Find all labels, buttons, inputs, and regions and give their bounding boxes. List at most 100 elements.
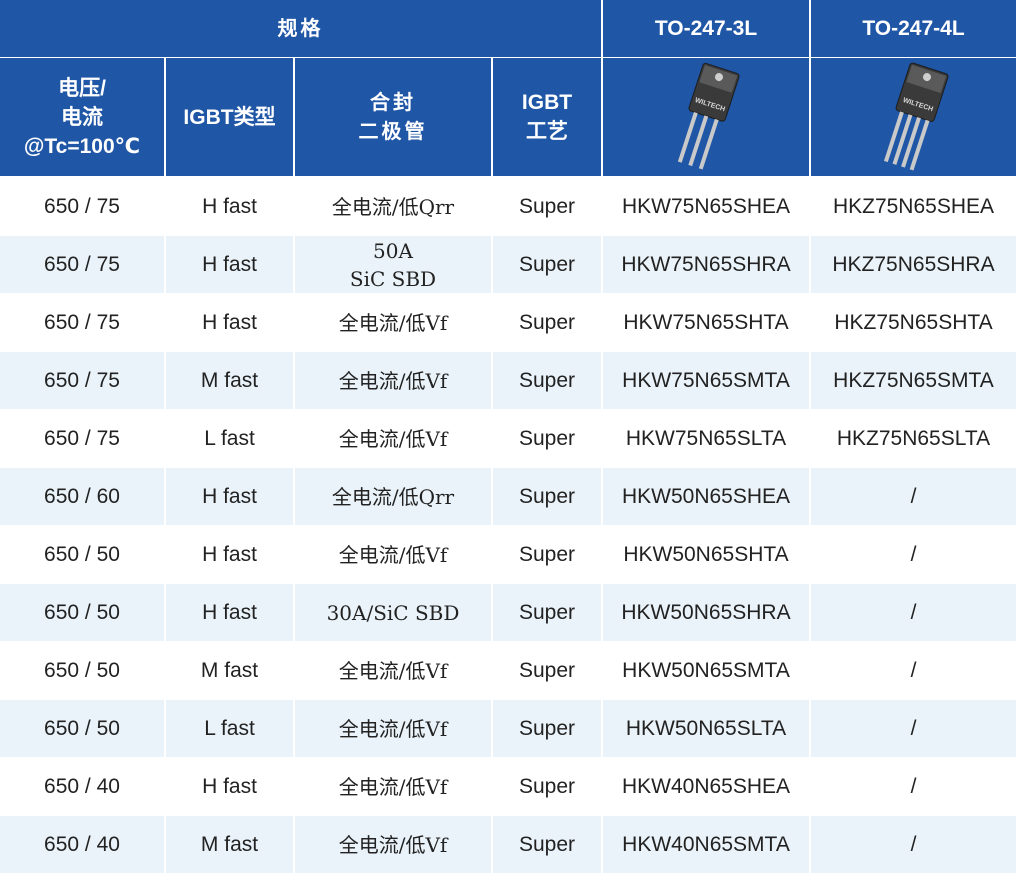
cell-process: Super: [493, 584, 601, 641]
cell-voltage-current: 650 / 75: [0, 410, 164, 467]
cell-part-3l: HKW75N65SHTA: [603, 294, 809, 351]
cell-voltage-current: 650 / 60: [0, 468, 164, 525]
header-spec: 规格: [0, 0, 601, 57]
cell-igbt-type: M fast: [166, 352, 293, 409]
cell-diode: 全电流/低Vf: [295, 352, 491, 409]
header-voltage-current: 电压/ 电流 @Tc=100℃: [0, 58, 164, 176]
cell-process: Super: [493, 236, 601, 293]
cell-voltage-current: 650 / 50: [0, 700, 164, 757]
cell-process: Super: [493, 758, 601, 815]
cell-diode: 30A/SiC SBD: [295, 584, 491, 641]
cell-part-4l: /: [811, 468, 1016, 525]
table-row: 650 / 60 H fast 全电流/低Qrr Super HKW50N65SHEA /: [0, 468, 1016, 525]
cell-diode: 全电流/低Vf: [295, 526, 491, 583]
cell-voltage-current: 650 / 50: [0, 642, 164, 699]
cell-part-4l: HKZ75N65SMTA: [811, 352, 1016, 409]
table-row: 650 / 40 M fast 全电流/低Vf Super HKW40N65SMTA /: [0, 816, 1016, 873]
header-diode-label: 合封 二极管: [358, 90, 428, 143]
cell-igbt-type: M fast: [166, 816, 293, 873]
cell-part-4l: HKZ75N65SHRA: [811, 236, 1016, 293]
cell-voltage-current: 650 / 40: [0, 758, 164, 815]
cell-process: Super: [493, 178, 601, 235]
table-row: 650 / 75 L fast 全电流/低Vf Super HKW75N65SLTA HK…: [0, 410, 1016, 467]
header-pkg-3l-label: TO-247-3L: [654, 17, 758, 40]
header-spec-label: 规格: [277, 16, 324, 40]
cell-voltage-current: 650 / 50: [0, 584, 164, 641]
table-row: 650 / 50 M fast 全电流/低Vf Super HKW50N65SMTA /: [0, 642, 1016, 699]
igbt-spec-table: 规格 TO-247-3L TO-247-4L 电压/ 电流 @Tc=100℃ I…: [0, 0, 1016, 874]
cell-part-3l: HKW40N65SMTA: [603, 816, 809, 873]
header-pkg-3l: TO-247-3L: [603, 0, 809, 57]
header-row-top: 规格 TO-247-3L TO-247-4L: [0, 0, 1016, 57]
cell-part-4l: /: [811, 758, 1016, 815]
cell-part-4l: /: [811, 816, 1016, 873]
cell-igbt-type: H fast: [166, 526, 293, 583]
cell-part-3l: HKW50N65SHEA: [603, 468, 809, 525]
header-pkg-4l: TO-247-4L: [811, 0, 1016, 57]
cell-voltage-current: 650 / 75: [0, 236, 164, 293]
cell-igbt-type: H fast: [166, 294, 293, 351]
cell-voltage-current: 650 / 75: [0, 352, 164, 409]
cell-diode: 全电流/低Vf: [295, 758, 491, 815]
table-row: 650 / 75 H fast 全电流/低Qrr Super HKW75N65SHEA H…: [0, 178, 1016, 235]
header-pkg-3l-image-cell: WILTECH: [603, 58, 809, 176]
table-row: 650 / 50 H fast 全电流/低Vf Super HKW50N65SHTA /: [0, 526, 1016, 583]
cell-part-3l: HKW50N65SMTA: [603, 642, 809, 699]
cell-igbt-type: H fast: [166, 468, 293, 525]
header-pkg-4l-image-cell: WILTECH: [811, 58, 1016, 176]
cell-part-3l: HKW75N65SHEA: [603, 178, 809, 235]
cell-part-3l: HKW75N65SLTA: [603, 410, 809, 467]
to-247-4l-package-icon: WILTECH: [883, 62, 949, 171]
cell-part-3l: HKW75N65SHRA: [603, 236, 809, 293]
cell-diode: 全电流/低Vf: [295, 642, 491, 699]
cell-diode: 全电流/低Vf: [295, 816, 491, 873]
cell-diode: 50A SiC SBD: [295, 236, 491, 293]
cell-igbt-type: H fast: [166, 236, 293, 293]
table-row: 650 / 75 H fast 50A SiC SBD Super HKW75N65SH…: [0, 236, 1016, 293]
cell-diode: 全电流/低Vf: [295, 294, 491, 351]
table-row: 650 / 75 H fast 全电流/低Vf Super HKW75N65SHTA HK…: [0, 294, 1016, 351]
cell-voltage-current: 650 / 50: [0, 526, 164, 583]
header-igbt-type-label: IGBT类型: [183, 105, 276, 129]
header-row-columns: 电压/ 电流 @Tc=100℃ IGBT类型 合封 二极管 IGBT 工艺 WI…: [0, 58, 1016, 176]
cell-process: Super: [493, 410, 601, 467]
cell-part-3l: HKW50N65SLTA: [603, 700, 809, 757]
header-process-label: IGBT 工艺: [521, 91, 573, 143]
table-row: 650 / 50 H fast 30A/SiC SBD Super HKW50N65SH…: [0, 584, 1016, 641]
cell-process: Super: [493, 700, 601, 757]
cell-part-3l: HKW50N65SHTA: [603, 526, 809, 583]
cell-process: Super: [493, 526, 601, 583]
header-pkg-4l-label: TO-247-4L: [862, 17, 965, 40]
cell-igbt-type: L fast: [166, 700, 293, 757]
cell-process: Super: [493, 642, 601, 699]
cell-diode: 全电流/低Qrr: [295, 178, 491, 235]
cell-part-4l: /: [811, 700, 1016, 757]
cell-igbt-type: H fast: [166, 758, 293, 815]
header-diode: 合封 二极管: [295, 58, 491, 176]
to-247-3l-package-icon: WILTECH: [677, 62, 740, 170]
header-igbt-type: IGBT类型: [166, 58, 293, 176]
cell-part-4l: HKZ75N65SHTA: [811, 294, 1016, 351]
cell-igbt-type: M fast: [166, 642, 293, 699]
cell-process: Super: [493, 294, 601, 351]
cell-voltage-current: 650 / 40: [0, 816, 164, 873]
cell-voltage-current: 650 / 75: [0, 294, 164, 351]
cell-process: Super: [493, 468, 601, 525]
cell-part-4l: HKZ75N65SLTA: [811, 410, 1016, 467]
table-row: 650 / 50 L fast 全电流/低Vf Super HKW50N65SLTA /: [0, 700, 1016, 757]
cell-part-4l: /: [811, 584, 1016, 641]
cell-part-4l: /: [811, 642, 1016, 699]
cell-part-4l: HKZ75N65SHEA: [811, 178, 1016, 235]
cell-igbt-type: H fast: [166, 178, 293, 235]
cell-part-3l: HKW50N65SHRA: [603, 584, 809, 641]
table-row: 650 / 75 M fast 全电流/低Vf Super HKW75N65SMTA HK…: [0, 352, 1016, 409]
cell-part-3l: HKW75N65SMTA: [603, 352, 809, 409]
cell-voltage-current: 650 / 75: [0, 178, 164, 235]
cell-part-3l: HKW40N65SHEA: [603, 758, 809, 815]
cell-diode: 全电流/低Qrr: [295, 468, 491, 525]
header-voltage-current-label: 电压/ 电流 @Tc=100℃: [23, 76, 141, 158]
table-row: 650 / 40 H fast 全电流/低Vf Super HKW40N65SHEA /: [0, 758, 1016, 815]
cell-part-4l: /: [811, 526, 1016, 583]
cell-igbt-type: L fast: [166, 410, 293, 467]
cell-process: Super: [493, 352, 601, 409]
